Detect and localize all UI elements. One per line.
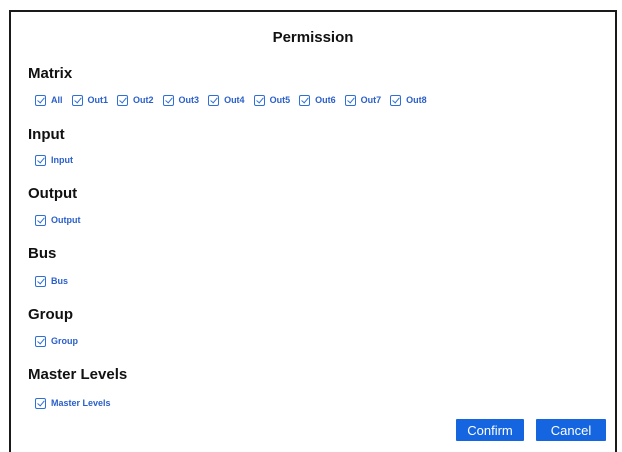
checkbox-out6[interactable]: Out6: [299, 94, 336, 106]
checkbox-out1[interactable]: Out1: [71, 94, 108, 106]
checkbox-master-levels[interactable]: Master Levels: [35, 397, 111, 409]
checkbox-bus[interactable]: Bus: [35, 275, 68, 287]
section-title-group: Group: [28, 306, 73, 323]
checkbox-checked-icon: [253, 94, 265, 106]
bus-checkbox-row: Bus: [35, 274, 77, 288]
dialog-title: Permission: [272, 29, 354, 46]
checkbox-group[interactable]: Group: [35, 335, 78, 347]
checkbox-checked-icon: [35, 335, 46, 347]
checkbox-checked-icon: [390, 94, 402, 106]
section-title-matrix: Matrix: [28, 65, 73, 82]
group-checkbox-row: Group: [35, 334, 87, 348]
checkbox-checked-icon: [35, 275, 46, 287]
section-title-input: Input: [28, 126, 65, 143]
checkbox-output[interactable]: Output: [35, 214, 81, 226]
permission-dialog: Permission Matrix All Out1 Out2 Out3 Out…: [9, 10, 617, 452]
checkbox-checked-icon: [208, 94, 220, 106]
checkbox-checked-icon: [71, 94, 83, 106]
checkbox-checked-icon: [35, 94, 46, 106]
checkbox-input[interactable]: Input: [35, 154, 73, 166]
section-title-output: Output: [28, 185, 78, 202]
checkbox-checked-icon: [162, 94, 174, 106]
section-title-master-levels: Master Levels: [28, 366, 128, 383]
checkbox-out8[interactable]: Out8: [390, 94, 427, 106]
checkbox-checked-icon: [35, 397, 46, 409]
checkbox-out7[interactable]: Out7: [344, 94, 381, 106]
checkbox-checked-icon: [35, 214, 46, 226]
checkbox-out5[interactable]: Out5: [253, 94, 290, 106]
checkbox-checked-icon: [117, 94, 129, 106]
output-checkbox-row: Output: [35, 213, 90, 227]
checkbox-checked-icon: [35, 154, 46, 166]
master-levels-checkbox-row: Master Levels: [35, 396, 120, 410]
checkbox-checked-icon: [299, 94, 311, 106]
confirm-button[interactable]: Confirm: [456, 419, 524, 441]
input-checkbox-row: Input: [35, 153, 82, 167]
checkbox-all[interactable]: All: [35, 94, 63, 106]
checkbox-out2[interactable]: Out2: [117, 94, 154, 106]
section-title-bus: Bus: [28, 245, 57, 262]
cancel-button[interactable]: Cancel: [536, 419, 606, 441]
matrix-checkbox-row: All Out1 Out2 Out3 Out4 Out5 Out6 Out7 O…: [35, 93, 436, 107]
checkbox-checked-icon: [344, 94, 356, 106]
checkbox-out3[interactable]: Out3: [162, 94, 199, 106]
checkbox-out4[interactable]: Out4: [208, 94, 245, 106]
